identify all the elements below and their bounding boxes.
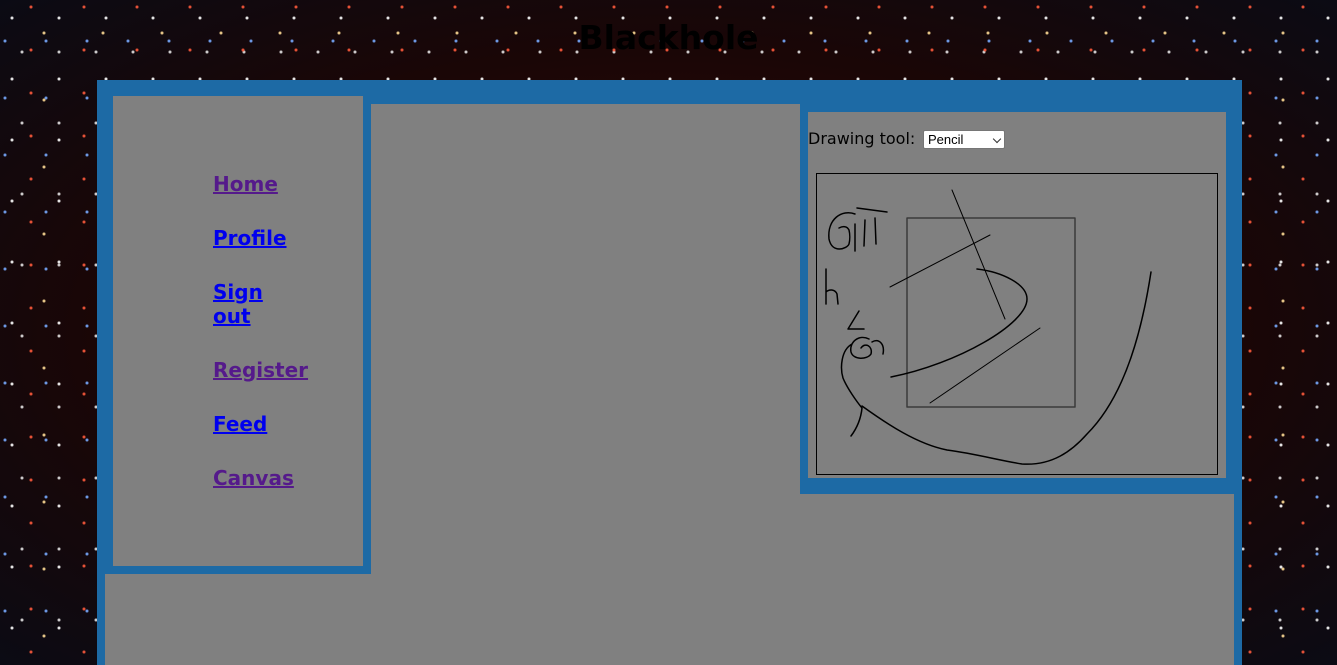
nav-link-register[interactable]: Register <box>213 358 308 382</box>
drawing-tool-label: Drawing tool: <box>808 129 916 148</box>
nav-item-sign-out: Sign out <box>213 280 333 328</box>
nav-link-feed[interactable]: Feed <box>213 412 267 436</box>
nav-list: Home Profile Sign out Register Feed Canv… <box>213 172 333 520</box>
drawn-stroke <box>840 336 885 437</box>
drawing-toolbar: Drawing tool: Pencil <box>808 112 1226 165</box>
lower-right-panel <box>800 494 1234 576</box>
drawn-stroke <box>861 271 1152 465</box>
nav-item-feed: Feed <box>213 412 333 436</box>
nav-link-profile[interactable]: Profile <box>213 226 287 250</box>
nav-item-canvas: Canvas <box>213 466 333 490</box>
drawn-line <box>929 327 1041 404</box>
nav-item-profile: Profile <box>213 226 333 250</box>
nav-item-home: Home <box>213 172 333 196</box>
drawing-tool-selected-value: Pencil <box>928 132 964 147</box>
drawn-stroke <box>854 207 888 252</box>
nav-link-canvas[interactable]: Canvas <box>213 466 294 490</box>
drawn-stroke <box>825 268 839 305</box>
drawing-tool-select[interactable]: Pencil <box>923 130 1005 149</box>
canvas-container <box>808 165 1226 478</box>
footer-area <box>105 574 1234 665</box>
site-title: Blackhole <box>578 18 759 57</box>
drawn-stroke <box>890 268 1028 378</box>
drawn-line <box>951 189 1006 320</box>
nav-item-register: Register <box>213 358 333 382</box>
drawn-stroke <box>828 212 856 250</box>
chevron-down-icon <box>992 134 1002 144</box>
drawn-rectangle <box>906 217 1076 408</box>
drawn-stroke <box>847 310 865 330</box>
drawing-canvas[interactable] <box>816 173 1218 475</box>
nav-link-home[interactable]: Home <box>213 172 278 196</box>
canvas-drawing <box>825 189 1152 465</box>
main-content <box>371 104 800 574</box>
nav-link-sign-out[interactable]: Sign out <box>213 280 293 328</box>
sidebar: Home Profile Sign out Register Feed Canv… <box>113 96 363 566</box>
drawn-line <box>889 234 991 288</box>
